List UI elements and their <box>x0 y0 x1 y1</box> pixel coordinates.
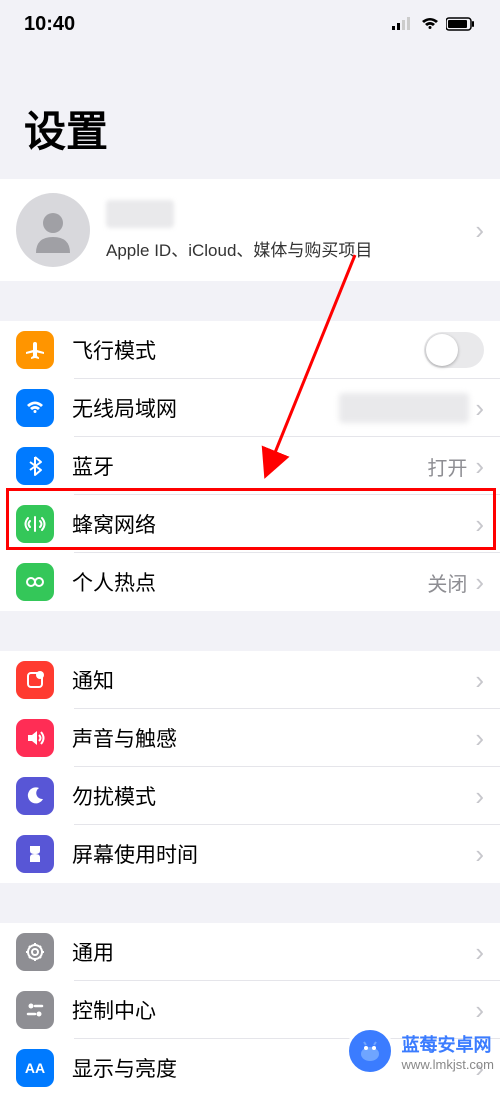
row-label: 屏幕使用时间 <box>72 839 475 869</box>
chevron-right-icon: › <box>475 665 484 696</box>
watermark: 蓝莓安卓网 www.lmkjst.com <box>346 1027 494 1075</box>
signal-icon <box>392 17 414 31</box>
avatar <box>16 193 90 267</box>
row-label: 通用 <box>72 937 475 967</box>
row-label: 蓝牙 <box>72 451 427 481</box>
row-value: 关闭 <box>427 568 467 597</box>
row-label: 声音与触感 <box>72 723 475 753</box>
sound-icon <box>16 719 54 757</box>
row-label: 通知 <box>72 665 475 695</box>
profile-name-redacted <box>106 200 174 228</box>
settings-group: 通知›声音与触感›勿扰模式›屏幕使用时间› <box>0 651 500 883</box>
hotspot-icon <box>16 563 54 601</box>
profile-group: Apple ID、iCloud、媒体与购买项目 › <box>0 179 500 281</box>
notification-icon <box>16 661 54 699</box>
chevron-right-icon: › <box>475 995 484 1026</box>
chevron-right-icon: › <box>475 393 484 424</box>
chevron-right-icon: › <box>475 839 484 870</box>
settings-row-screentime[interactable]: 屏幕使用时间› <box>0 825 500 883</box>
watermark-title: 蓝莓安卓网 <box>402 1031 494 1057</box>
row-value: 打开 <box>427 452 467 481</box>
row-label: 个人热点 <box>72 567 427 597</box>
profile-row[interactable]: Apple ID、iCloud、媒体与购买项目 › <box>0 179 500 281</box>
settings-row-dnd[interactable]: 勿扰模式› <box>0 767 500 825</box>
cellular-icon <box>16 505 54 543</box>
settings-row-hotspot[interactable]: 个人热点关闭 › <box>0 553 500 611</box>
control-icon <box>16 991 54 1029</box>
status-icons <box>392 17 476 31</box>
row-label: 勿扰模式 <box>72 781 475 811</box>
settings-row-general[interactable]: 通用› <box>0 923 500 981</box>
settings-row-notification[interactable]: 通知› <box>0 651 500 709</box>
page-title: 设置 <box>0 48 500 179</box>
row-label: 控制中心 <box>72 995 475 1025</box>
row-label: 无线局域网 <box>72 393 339 423</box>
bluetooth-icon <box>16 447 54 485</box>
status-bar: 10:40 <box>0 0 500 48</box>
watermark-url: www.lmkjst.com <box>402 1057 494 1072</box>
settings-row-sound[interactable]: 声音与触感› <box>0 709 500 767</box>
chevron-right-icon: › <box>475 509 484 540</box>
screentime-icon <box>16 835 54 873</box>
status-time: 10:40 <box>24 13 75 36</box>
general-icon <box>16 933 54 971</box>
wifi-value-redacted <box>339 393 469 423</box>
wifi-status-icon <box>420 17 440 31</box>
chevron-right-icon: › <box>475 567 484 598</box>
svg-text:AA: AA <box>25 1060 45 1076</box>
dnd-icon <box>16 777 54 815</box>
watermark-logo-icon <box>346 1027 394 1075</box>
settings-row-cellular[interactable]: 蜂窝网络› <box>0 495 500 553</box>
row-label: 蜂窝网络 <box>72 509 475 539</box>
display-icon: AA <box>16 1049 54 1087</box>
chevron-right-icon: › <box>475 723 484 754</box>
settings-group: 飞行模式无线局域网›蓝牙打开›蜂窝网络›个人热点关闭› <box>0 321 500 611</box>
chevron-right-icon: › <box>475 451 484 482</box>
settings-row-airplane[interactable]: 飞行模式 <box>0 321 500 379</box>
chevron-right-icon: › <box>475 215 484 246</box>
battery-icon <box>446 17 476 31</box>
wifi-icon <box>16 389 54 427</box>
settings-row-bluetooth[interactable]: 蓝牙打开 › <box>0 437 500 495</box>
settings-row-wifi[interactable]: 无线局域网 › <box>0 379 500 437</box>
profile-subtitle: Apple ID、iCloud、媒体与购买项目 <box>106 236 475 261</box>
chevron-right-icon: › <box>475 781 484 812</box>
row-label: 飞行模式 <box>72 335 424 365</box>
chevron-right-icon: › <box>475 937 484 968</box>
toggle-switch[interactable] <box>424 332 484 368</box>
airplane-icon <box>16 331 54 369</box>
